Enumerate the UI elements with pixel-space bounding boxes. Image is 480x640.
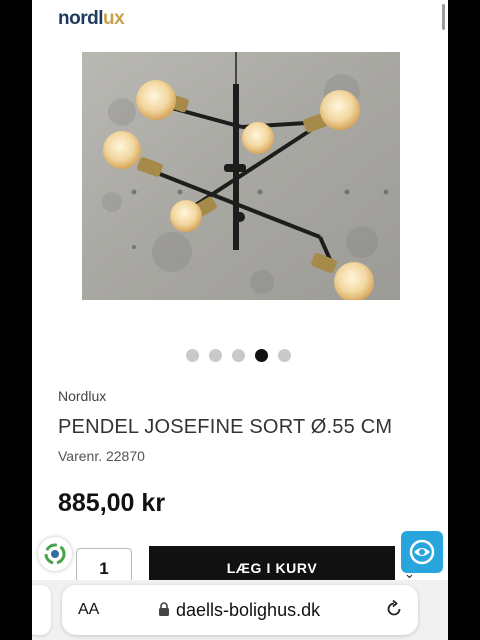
scrollbar[interactable] (442, 4, 445, 30)
gallery-dot-1[interactable] (186, 349, 199, 362)
previous-tab-edge[interactable] (32, 585, 51, 635)
gallery-dot-5[interactable] (278, 349, 291, 362)
pendant-lamp-photo (82, 52, 400, 300)
gallery-dot-2[interactable] (209, 349, 222, 362)
eye-icon (409, 539, 435, 565)
text-size-button[interactable]: AA (78, 601, 99, 619)
gallery-dot-4-active[interactable] (255, 349, 268, 362)
product-sku: Varenr. 22870 (58, 448, 145, 464)
gallery-dot-3[interactable] (232, 349, 245, 362)
recycle-badge[interactable] (38, 537, 72, 571)
reload-icon[interactable] (384, 599, 404, 619)
gallery-dots (186, 349, 291, 362)
lock-icon (159, 602, 169, 616)
product-price: 885,00 kr (58, 489, 166, 517)
address-bar[interactable]: AA daells-bolighus.dk (62, 585, 418, 635)
screen: nordlux Nordlux PENDEL JOSEFINE SORT Ø.5… (32, 0, 448, 640)
url-text[interactable]: daells-bolighus.dk (176, 600, 320, 621)
brand-logo[interactable]: nordlux (58, 8, 125, 30)
product-image[interactable] (82, 52, 400, 300)
product-title: PENDEL JOSEFINE SORT Ø.55 CM (58, 416, 393, 438)
recycle-icon (44, 543, 66, 565)
manufacturer-link[interactable]: Nordlux (58, 388, 106, 404)
browser-toolbar: AA daells-bolighus.dk (32, 580, 448, 640)
